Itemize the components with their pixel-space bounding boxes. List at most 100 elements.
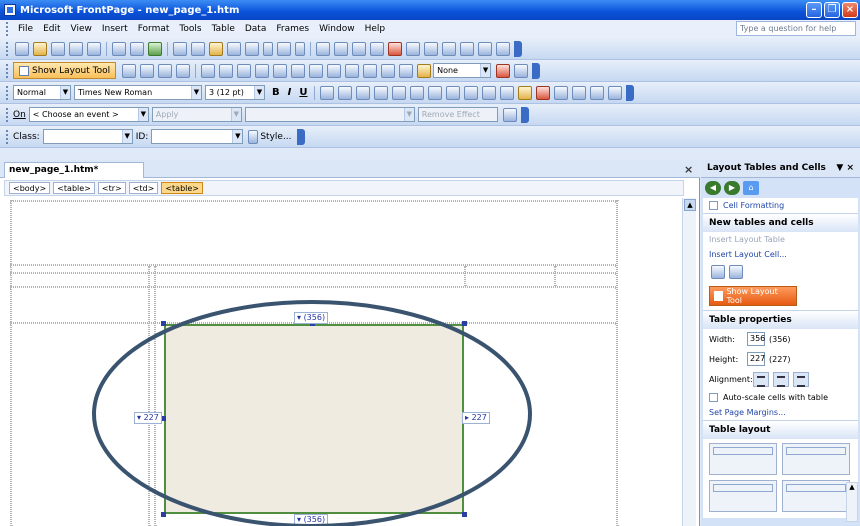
search-icon[interactable] <box>69 41 83 56</box>
class-combo[interactable]: ▼ <box>42 129 133 144</box>
align-center-icon[interactable] <box>338 85 353 100</box>
rtl-icon[interactable] <box>572 85 587 100</box>
toolbar-overflow-icon[interactable] <box>520 106 529 123</box>
toolbar-overflow-icon[interactable] <box>532 62 541 79</box>
delete-cells-icon[interactable] <box>309 63 324 78</box>
quick-tag-tr[interactable]: <tr> <box>97 182 126 194</box>
toolbar-grip[interactable] <box>6 129 9 144</box>
bullets-icon[interactable] <box>446 85 461 100</box>
copy-icon[interactable] <box>191 41 205 56</box>
redo-icon[interactable] <box>277 41 291 56</box>
stop-icon[interactable] <box>442 41 456 56</box>
spelling-icon[interactable] <box>148 41 162 56</box>
table-layout-thumbnail[interactable] <box>782 480 850 512</box>
quick-tag-table[interactable]: <table> <box>53 182 95 194</box>
align-center-button[interactable] <box>773 372 789 387</box>
id-combo[interactable]: ▼ <box>151 129 244 144</box>
redo-dropdown-icon[interactable] <box>295 41 305 56</box>
ltr-icon[interactable] <box>554 85 569 100</box>
font-color-icon[interactable] <box>536 85 551 100</box>
scroll-up-icon[interactable]: ▲ <box>684 199 696 211</box>
open-icon[interactable] <box>33 41 47 56</box>
insert-columns-icon[interactable] <box>291 63 306 78</box>
draw-layout-cell-icon[interactable] <box>729 265 743 279</box>
insert-layout-cell-icon[interactable] <box>140 63 155 78</box>
show-layout-tool-panel-button[interactable]: Show Layout Tool <box>709 286 797 306</box>
italic-button[interactable]: I <box>288 87 292 98</box>
undo-icon[interactable] <box>245 41 259 56</box>
toolbar-overflow-icon[interactable] <box>296 128 305 145</box>
eraser-icon[interactable] <box>219 63 234 78</box>
hyperlink-icon[interactable] <box>406 41 420 56</box>
merge-cells-icon[interactable] <box>255 63 270 78</box>
code-icon[interactable] <box>478 41 492 56</box>
draw-layout-cell-icon[interactable] <box>176 63 191 78</box>
chevron-down-icon[interactable]: ▼ <box>480 64 491 77</box>
increase-indent-icon[interactable] <box>482 85 497 100</box>
insert-table-icon[interactable] <box>334 41 348 56</box>
height-input[interactable]: 227 <box>747 352 765 366</box>
chevron-down-icon[interactable]: ▼ <box>191 86 201 99</box>
toolbar-grip[interactable] <box>6 85 9 100</box>
align-bottom-icon[interactable] <box>363 63 378 78</box>
menu-insert[interactable]: Insert <box>97 24 133 34</box>
autoformat-icon[interactable] <box>496 63 511 78</box>
chevron-down-icon[interactable]: ▼ <box>121 130 132 143</box>
save-icon[interactable] <box>51 41 65 56</box>
autoscale-checkbox[interactable] <box>709 393 718 402</box>
menu-data[interactable]: Data <box>240 24 272 34</box>
web-component-icon[interactable] <box>316 41 330 56</box>
menu-frames[interactable]: Frames <box>271 24 314 34</box>
insert-rows-icon[interactable] <box>273 63 288 78</box>
format-painter-icon[interactable] <box>227 41 241 56</box>
toolbar-grip[interactable] <box>6 63 9 78</box>
new-page-icon[interactable] <box>15 41 29 56</box>
preview-icon[interactable] <box>130 41 144 56</box>
menu-edit[interactable]: Edit <box>38 24 65 34</box>
center-vertically-icon[interactable] <box>345 63 360 78</box>
task-pane-menu-icon[interactable]: ▼ × <box>836 163 854 173</box>
menu-tools[interactable]: Tools <box>174 24 206 34</box>
task-pane-scrollbar[interactable]: ▲ <box>846 482 858 522</box>
insert-layer-icon[interactable] <box>352 41 366 56</box>
table-layout-thumbnail[interactable] <box>709 443 777 475</box>
align-top-icon[interactable] <box>327 63 342 78</box>
toolbar-overflow-icon[interactable] <box>514 40 522 57</box>
autoscale-row[interactable]: Auto-scale cells with table <box>703 390 858 405</box>
menu-window[interactable]: Window <box>314 24 360 34</box>
document-tab[interactable]: new_page_1.htm* <box>4 162 144 178</box>
menu-file[interactable]: File <box>13 24 38 34</box>
underline-button[interactable]: U <box>299 87 307 98</box>
decrease-font-icon[interactable] <box>410 85 425 100</box>
quick-tag-table-selected[interactable]: <table> <box>161 182 204 194</box>
print-icon[interactable] <box>112 41 126 56</box>
distribute-columns-icon[interactable] <box>399 63 414 78</box>
chevron-down-icon[interactable]: ▼ <box>137 108 148 121</box>
decrease-indent-icon[interactable] <box>464 85 479 100</box>
numbering-icon[interactable] <box>428 85 443 100</box>
refresh-icon[interactable] <box>424 41 438 56</box>
style-a-icon[interactable] <box>248 129 259 144</box>
draw-layout-table-icon[interactable] <box>711 265 725 279</box>
toolbar-grip[interactable] <box>6 107 9 122</box>
back-icon[interactable]: ◀ <box>705 181 721 195</box>
paste-icon[interactable] <box>209 41 223 56</box>
style-button[interactable]: Style... <box>260 132 291 142</box>
menu-grip[interactable] <box>6 22 9 36</box>
toolbar-grip[interactable] <box>6 41 9 56</box>
align-right-button[interactable] <box>793 372 809 387</box>
insert-layout-cell-link[interactable]: Insert Layout Cell... <box>703 247 858 262</box>
style-icon[interactable] <box>590 85 605 100</box>
highlight-icon[interactable] <box>518 85 533 100</box>
distribute-rows-icon[interactable] <box>381 63 396 78</box>
close-icon[interactable]: × <box>842 2 858 18</box>
table-autoformat-combo[interactable]: None ▼ <box>433 63 492 78</box>
menu-table[interactable]: Table <box>207 24 240 34</box>
cell-formatting-link[interactable]: Cell Formatting <box>703 198 858 213</box>
paragraph-marks-icon[interactable] <box>460 41 474 56</box>
show-layout-tool-button[interactable]: Show Layout Tool <box>13 62 117 79</box>
highlight-dynamic-html-icon[interactable] <box>502 107 517 122</box>
menu-format[interactable]: Format <box>133 24 175 34</box>
borders-icon[interactable] <box>500 85 515 100</box>
width-input[interactable]: 356 <box>747 332 765 346</box>
